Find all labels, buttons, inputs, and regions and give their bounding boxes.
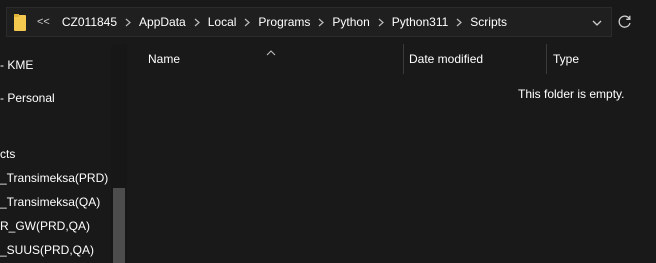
sort-up-icon [266, 44, 276, 56]
file-list-pane: Name Date modified Type This folder is e… [130, 44, 656, 263]
nav-item-gw[interactable]: R_GW(PRD,QA) [0, 219, 90, 233]
nav-item-kme[interactable]: - KME [0, 58, 33, 72]
navigation-pane: - KME - Personal cts _Transimeksa(PRD) _… [0, 44, 127, 263]
chevron-right-icon[interactable] [313, 15, 329, 29]
address-bar-row: << CZ011845 AppData Local Programs Pytho… [0, 0, 656, 44]
breadcrumb-overflow[interactable]: << [37, 16, 50, 28]
breadcrumb-item-cz011845[interactable]: CZ011845 [59, 15, 120, 29]
nav-scrollbar-thumb[interactable] [113, 188, 125, 263]
chevron-right-icon[interactable] [451, 15, 467, 29]
nav-item-transimeksa-prd[interactable]: _Transimeksa(PRD) [0, 171, 108, 185]
nav-item-personal[interactable]: - Personal [0, 91, 55, 105]
breadcrumb-item-programs[interactable]: Programs [255, 15, 313, 29]
chevron-right-icon[interactable] [239, 15, 255, 29]
nav-item-transimeksa-qa[interactable]: _Transimeksa(QA) [0, 195, 100, 209]
chevron-down-icon[interactable] [591, 16, 603, 28]
column-divider[interactable] [403, 44, 404, 74]
nav-item-cts[interactable]: cts [0, 147, 15, 161]
empty-folder-message: This folder is empty. [518, 87, 625, 101]
column-header-name[interactable]: Name [148, 52, 180, 68]
file-explorer-window: << CZ011845 AppData Local Programs Pytho… [0, 0, 656, 263]
breadcrumb-item-python[interactable]: Python [329, 15, 372, 29]
breadcrumb-item-python311[interactable]: Python311 [389, 15, 452, 29]
column-header-date-modified[interactable]: Date modified [409, 52, 483, 68]
nav-item-suus[interactable]: _SUUS(PRD,QA) [0, 243, 94, 257]
breadcrumb: << CZ011845 AppData Local Programs Pytho… [37, 8, 510, 36]
refresh-icon[interactable] [616, 13, 634, 31]
folder-icon [14, 14, 26, 31]
breadcrumb-item-appdata[interactable]: AppData [136, 15, 189, 29]
breadcrumb-item-local[interactable]: Local [205, 15, 240, 29]
chevron-right-icon[interactable] [120, 15, 136, 29]
chevron-right-icon[interactable] [189, 15, 205, 29]
chevron-right-icon[interactable] [373, 15, 389, 29]
column-header-type[interactable]: Type [553, 52, 579, 68]
breadcrumb-item-scripts[interactable]: Scripts [467, 15, 510, 29]
address-bar[interactable]: << CZ011845 AppData Local Programs Pytho… [6, 7, 612, 37]
column-divider[interactable] [546, 44, 547, 74]
